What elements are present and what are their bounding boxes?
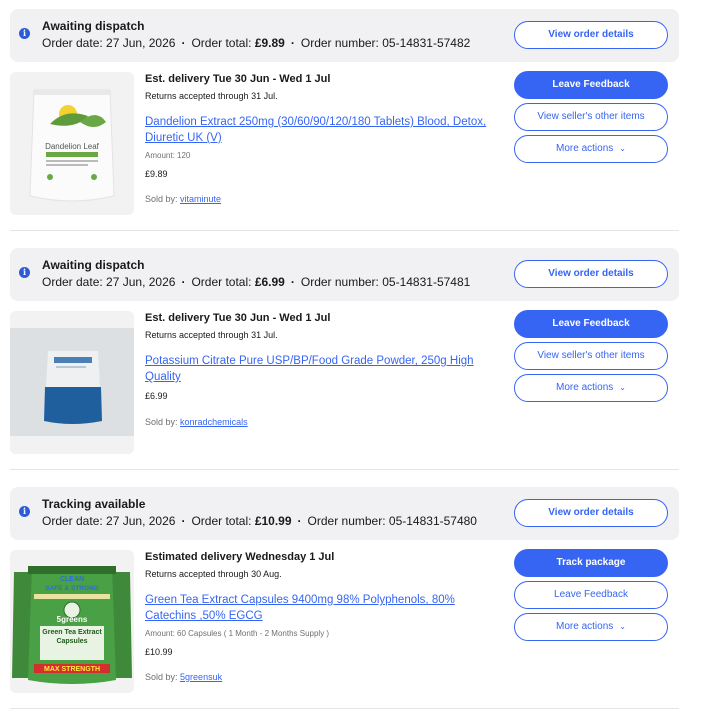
info-icon: i — [19, 267, 30, 278]
product-title-link[interactable]: Dandelion Extract 250mg (30/60/90/120/18… — [145, 114, 497, 146]
delivery-estimate: Est. delivery Tue 30 Jun - Wed 1 Jul — [145, 312, 331, 324]
chevron-down-icon: ⌄ — [619, 383, 626, 392]
order-number-label: Order number: — [300, 275, 379, 289]
order-date: 27 Jun, 2026 — [106, 275, 176, 289]
order-total-label: Order total: — [191, 36, 252, 50]
track-package-button[interactable]: Track package — [514, 549, 668, 577]
divider — [10, 230, 679, 231]
order-meta: Order date: 27 Jun, 2026 · Order total: £9… — [42, 36, 471, 50]
view-order-details-button[interactable]: View order details — [514, 260, 668, 288]
order-total: £6.99 — [254, 275, 285, 289]
order-date: 27 Jun, 2026 — [106, 514, 176, 528]
order-header: i Awaiting dispatch Order date: 27 Jun, … — [10, 248, 679, 301]
product-price: £6.99 — [145, 391, 168, 401]
seller-info: Sold by: konradchemicals — [145, 417, 248, 427]
more-actions-label: More actions — [556, 621, 614, 632]
chevron-down-icon: ⌄ — [619, 144, 626, 153]
order-date: 27 Jun, 2026 — [106, 36, 176, 50]
divider — [10, 469, 679, 470]
more-actions-button[interactable]: More actions ⌄ — [514, 374, 668, 402]
order-date-label: Order date: — [42, 275, 103, 289]
image-brand-label: Dandelion Leaf — [45, 142, 100, 151]
leave-feedback-button[interactable]: Leave Feedback — [514, 581, 668, 609]
returns-policy: Returns accepted through 31 Jul. — [145, 330, 278, 340]
product-title-link[interactable]: Potassium Citrate Pure USP/BP/Food Grade… — [145, 353, 497, 385]
view-seller-items-button[interactable]: View seller's other items — [514, 342, 668, 370]
order-date-label: Order date: — [42, 514, 103, 528]
delivery-estimate: Est. delivery Tue 30 Jun - Wed 1 Jul — [145, 73, 331, 85]
image-brand-label: 5greens — [57, 615, 88, 624]
order-date-label: Order date: — [42, 36, 103, 50]
order-number: 05-14831-57480 — [388, 514, 477, 528]
seller-info: Sold by: 5greensuk — [145, 672, 222, 682]
seller-link[interactable]: 5greensuk — [180, 672, 222, 682]
more-actions-label: More actions — [556, 382, 614, 393]
seller-info: Sold by: vitaminute — [145, 194, 221, 204]
image-label-clean: CLEAN — [60, 576, 84, 583]
order-total: £9.89 — [254, 36, 285, 50]
order-number-label: Order number: — [307, 514, 386, 528]
product-price: £9.89 — [145, 169, 168, 179]
delivery-estimate: Estimated delivery Wednesday 1 Jul — [145, 551, 335, 563]
order-number: 05-14831-57481 — [382, 275, 471, 289]
order-status: Tracking available — [42, 497, 146, 511]
leave-feedback-button[interactable]: Leave Feedback — [514, 310, 668, 338]
info-icon: i — [19, 506, 30, 517]
returns-policy: Returns accepted through 31 Jul. — [145, 91, 278, 101]
product-title-link[interactable]: Green Tea Extract Capsules 9400mg 98% Po… — [145, 592, 497, 624]
order-header: i Tracking available Order date: 27 Jun,… — [10, 487, 679, 540]
leave-feedback-button[interactable]: Leave Feedback — [514, 71, 668, 99]
sold-by-label: Sold by: — [145, 417, 178, 427]
more-actions-label: More actions — [556, 143, 614, 154]
product-image[interactable]: Dandelion Leaf — [10, 72, 134, 215]
info-icon: i — [19, 28, 30, 39]
image-label-strength: MAX STRENGTH — [44, 666, 100, 673]
product-image[interactable] — [10, 311, 134, 454]
sold-by-label: Sold by: — [145, 194, 178, 204]
product-spec: Amount: 60 Capsules ( 1 Month - 2 Months… — [145, 629, 330, 638]
order-meta: Order date: 27 Jun, 2026 · Order total: £1… — [42, 514, 477, 528]
order-number-label: Order number: — [300, 36, 379, 50]
chevron-down-icon: ⌄ — [619, 622, 626, 631]
image-label-safe: SAFE & STRONG — [45, 585, 98, 592]
view-order-details-button[interactable]: View order details — [514, 21, 668, 49]
order-total-label: Order total: — [191, 275, 252, 289]
order-meta: Order date: 27 Jun, 2026 · Order total: £6… — [42, 275, 471, 289]
order-total: £10.99 — [254, 514, 292, 528]
product-spec: Amount: 120 — [145, 151, 191, 160]
order-number: 05-14831-57482 — [382, 36, 471, 50]
order-header: i Awaiting dispatch Order date: 27 Jun, … — [10, 9, 679, 62]
product-price: £10.99 — [145, 647, 173, 657]
view-seller-items-button[interactable]: View seller's other items — [514, 103, 668, 131]
order-status: Awaiting dispatch — [42, 19, 145, 33]
seller-link[interactable]: vitaminute — [180, 194, 221, 204]
returns-policy: Returns accepted through 30 Aug. — [145, 569, 282, 579]
more-actions-button[interactable]: More actions ⌄ — [514, 613, 668, 641]
order-status: Awaiting dispatch — [42, 258, 145, 272]
view-order-details-button[interactable]: View order details — [514, 499, 668, 527]
sold-by-label: Sold by: — [145, 672, 178, 682]
seller-link[interactable]: konradchemicals — [180, 417, 248, 427]
more-actions-button[interactable]: More actions ⌄ — [514, 135, 668, 163]
product-image[interactable]: CLEAN SAFE & STRONG 5greens Green Tea Ex… — [10, 550, 134, 693]
order-total-label: Order total: — [191, 514, 252, 528]
image-product-label: Green Tea Extract Capsules — [42, 629, 102, 645]
